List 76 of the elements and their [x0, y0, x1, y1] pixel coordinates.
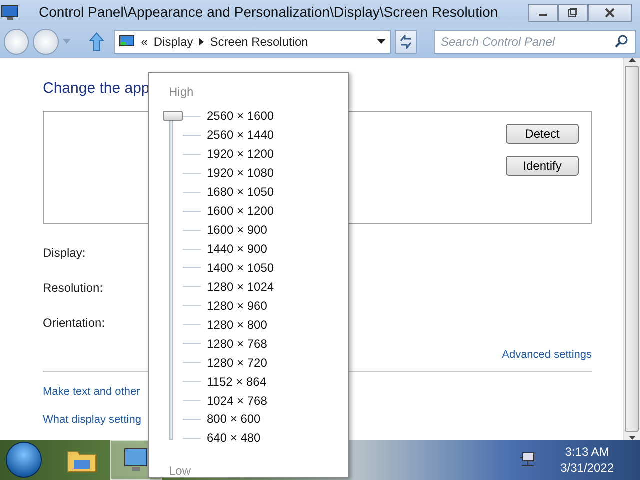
help-link[interactable]: What display setting	[43, 414, 142, 426]
close-icon	[605, 8, 615, 18]
tick-mark	[183, 286, 201, 288]
resolution-option[interactable]: 640 × 480	[207, 429, 261, 448]
tick-mark	[183, 154, 201, 155]
forward-button[interactable]	[33, 28, 59, 54]
chevron-right-icon	[199, 38, 204, 46]
field-label: Orientation:	[43, 316, 106, 330]
taskbar-clock[interactable]: 3:13 AM 3/31/2022	[560, 444, 614, 476]
up-arrow-icon[interactable]	[88, 32, 104, 52]
resolution-option[interactable]: 1920 × 1080	[207, 164, 274, 182]
restore-icon	[568, 8, 578, 18]
resolution-option[interactable]: 1024 × 768	[207, 392, 268, 410]
tick-mark	[183, 210, 201, 212]
restore-button[interactable]	[558, 4, 588, 22]
slider-low-label: Low	[169, 462, 192, 480]
search-icon[interactable]	[615, 34, 628, 48]
window-icon	[1, 4, 19, 20]
resolution-option[interactable]: 1680 × 1050	[207, 183, 274, 202]
search-field[interactable]: Search Control Panel	[434, 30, 636, 54]
tick-mark	[183, 438, 201, 439]
action-button[interactable]: Detect	[506, 124, 579, 144]
tick-mark	[183, 230, 201, 231]
clock-date: 3/31/2022	[560, 460, 614, 476]
window-title: Control Panel\Appearance and Personalization\Display\Screen Resolution	[39, 3, 498, 22]
tick-mark	[183, 400, 201, 402]
resolution-option[interactable]: 1280 × 768	[207, 334, 268, 353]
tick-mark	[183, 305, 201, 306]
resolution-option[interactable]: 1280 × 800	[207, 316, 268, 334]
resolution-option[interactable]: 1280 × 960	[207, 296, 268, 315]
resolution-option[interactable]: 1600 × 1200	[207, 202, 274, 220]
address-field[interactable]: « Display Screen Resolution	[114, 30, 392, 54]
resolution-option[interactable]: 1400 × 1050	[207, 258, 274, 277]
tick-mark	[183, 381, 201, 382]
resolution-option[interactable]: 2560 × 1440	[207, 126, 274, 144]
control-panel-icon	[119, 34, 136, 48]
breadcrumb-overflow[interactable]: «	[141, 32, 148, 50]
dropdown-arrow-icon[interactable]	[377, 38, 386, 44]
resolution-option[interactable]: 1280 × 720	[207, 354, 268, 372]
start-button[interactable]	[6, 442, 42, 478]
breadcrumb[interactable]: Screen Resolution	[210, 32, 308, 50]
tick-mark	[183, 116, 201, 117]
scrollbar[interactable]	[623, 58, 640, 440]
tick-mark	[183, 418, 201, 420]
slider-thumb[interactable]	[163, 111, 183, 121]
resolution-option[interactable]: 1440 × 900	[207, 240, 268, 258]
resolution-option[interactable]: 1280 × 1024	[207, 278, 274, 296]
back-button[interactable]	[4, 28, 30, 54]
tick-mark	[183, 248, 201, 250]
breadcrumb[interactable]: Display	[154, 32, 194, 50]
help-link[interactable]: Make text and other	[43, 386, 140, 398]
clock-time: 3:13 AM	[564, 444, 610, 460]
tick-mark	[183, 362, 201, 364]
field-label: Resolution:	[43, 280, 104, 294]
monitor-icon	[122, 447, 150, 473]
minimize-button[interactable]	[528, 4, 558, 22]
resolution-option[interactable]: 1152 × 864	[207, 372, 267, 391]
tick-mark	[183, 343, 201, 344]
resolution-option[interactable]: 1920 × 1200	[207, 145, 274, 164]
network-icon[interactable]	[518, 452, 535, 468]
resolution-option[interactable]: 800 × 600	[207, 410, 261, 428]
slider-high-label: High	[169, 84, 195, 101]
resolution-option[interactable]: 1600 × 900	[207, 221, 268, 240]
tick-mark	[183, 134, 201, 136]
refresh-button[interactable]	[395, 30, 417, 54]
close-button[interactable]	[588, 4, 632, 22]
resolution-option[interactable]: 2560 × 1600	[207, 107, 274, 126]
refresh-icon	[399, 34, 414, 48]
tick-mark	[183, 192, 201, 193]
tick-mark	[183, 267, 201, 268]
scrollbar-thumb[interactable]	[625, 66, 639, 432]
action-button[interactable]: Identify	[506, 156, 579, 176]
tick-mark	[183, 172, 201, 174]
tick-mark	[183, 324, 201, 326]
field-label: Display:	[43, 246, 86, 260]
advanced-settings-link[interactable]: Advanced settings	[502, 346, 592, 363]
